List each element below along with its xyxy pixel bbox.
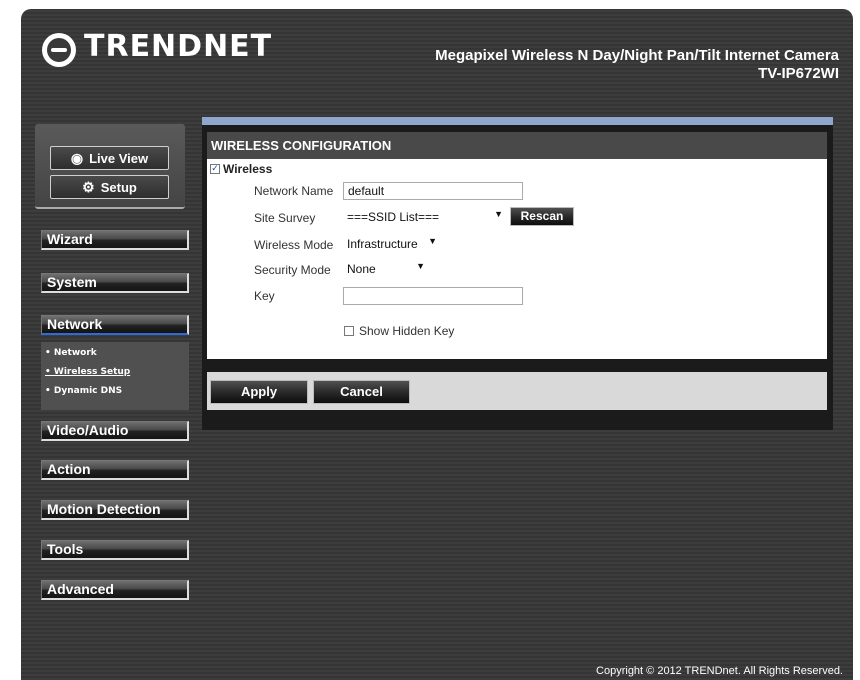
network-name-label: Network Name [254,184,334,198]
form-area: ✓ Wireless Network Name default Site Sur… [207,159,827,359]
network-name-field[interactable]: default [343,182,523,200]
section-title: WIRELESS CONFIGURATION [207,132,827,159]
brand-logo-text: TRENDNET [84,29,273,64]
rescan-button[interactable]: Rescan [510,207,574,226]
setup-label: Setup [100,179,137,195]
nav-advanced[interactable]: Advanced [41,580,189,600]
live-view-label: Live View [89,150,149,166]
security-mode-label: Security Mode [254,263,331,277]
cancel-button[interactable]: Cancel [313,380,410,404]
nav-action[interactable]: Action [41,460,189,480]
quick-access-panel: ◉ Live View ⚙ Setup [35,124,185,209]
wireless-config-panel: WIRELESS CONFIGURATION ✓ Wireless Networ… [202,117,833,430]
nav-system[interactable]: System [41,273,189,293]
subnav-dynamic-dns[interactable]: • Dynamic DNS [45,386,122,396]
apply-button[interactable]: Apply [210,380,308,404]
site-survey-value: ===SSID List=== [347,210,440,224]
wireless-checkbox[interactable]: ✓ [210,164,220,174]
chevron-down-icon: ▼ [428,236,437,246]
security-mode-select[interactable]: None ▼ [343,261,429,279]
subnav-wireless-setup[interactable]: • Wireless Setup [45,367,130,377]
chevron-down-icon: ▼ [416,261,425,271]
product-title: Megapixel Wireless N Day/Night Pan/Tilt … [435,47,839,64]
key-label: Key [254,289,275,303]
wireless-mode-select[interactable]: Infrastructure ▼ [343,236,441,254]
wireless-mode-label: Wireless Mode [254,238,334,252]
show-hidden-key-checkbox[interactable] [344,326,354,336]
site-survey-label: Site Survey [254,211,316,225]
security-mode-value: None [347,262,376,276]
wireless-mode-value: Infrastructure [347,237,418,251]
app-frame: TRENDNET Megapixel Wireless N Day/Night … [21,9,853,680]
site-survey-select[interactable]: ===SSID List=== ▼ [343,209,507,227]
accent-bar [202,117,833,125]
nav-tools[interactable]: Tools [41,540,189,560]
key-field[interactable] [343,287,523,305]
network-subnav: • Network • Wireless Setup • Dynamic DNS [41,342,189,410]
model-number: TV-IP672WI [758,65,839,82]
trendnet-logo-icon [42,33,76,67]
action-bar: Apply Cancel [207,372,827,410]
copyright-footer: Copyright © 2012 TRENDnet. All Rights Re… [596,665,843,677]
eye-icon: ◉ [70,150,84,166]
chevron-down-icon: ▼ [494,209,503,219]
setup-button[interactable]: ⚙ Setup [50,175,169,199]
subnav-network[interactable]: • Network [45,348,97,358]
show-hidden-key-label: Show Hidden Key [359,324,455,338]
nav-video-audio[interactable]: Video/Audio [41,421,189,441]
nav-wizard[interactable]: Wizard [41,230,189,250]
wireless-label: Wireless [223,162,273,176]
live-view-button[interactable]: ◉ Live View [50,146,169,170]
gear-icon: ⚙ [82,179,95,195]
nav-motion-detection[interactable]: Motion Detection [41,500,189,520]
nav-network[interactable]: Network [41,315,189,335]
